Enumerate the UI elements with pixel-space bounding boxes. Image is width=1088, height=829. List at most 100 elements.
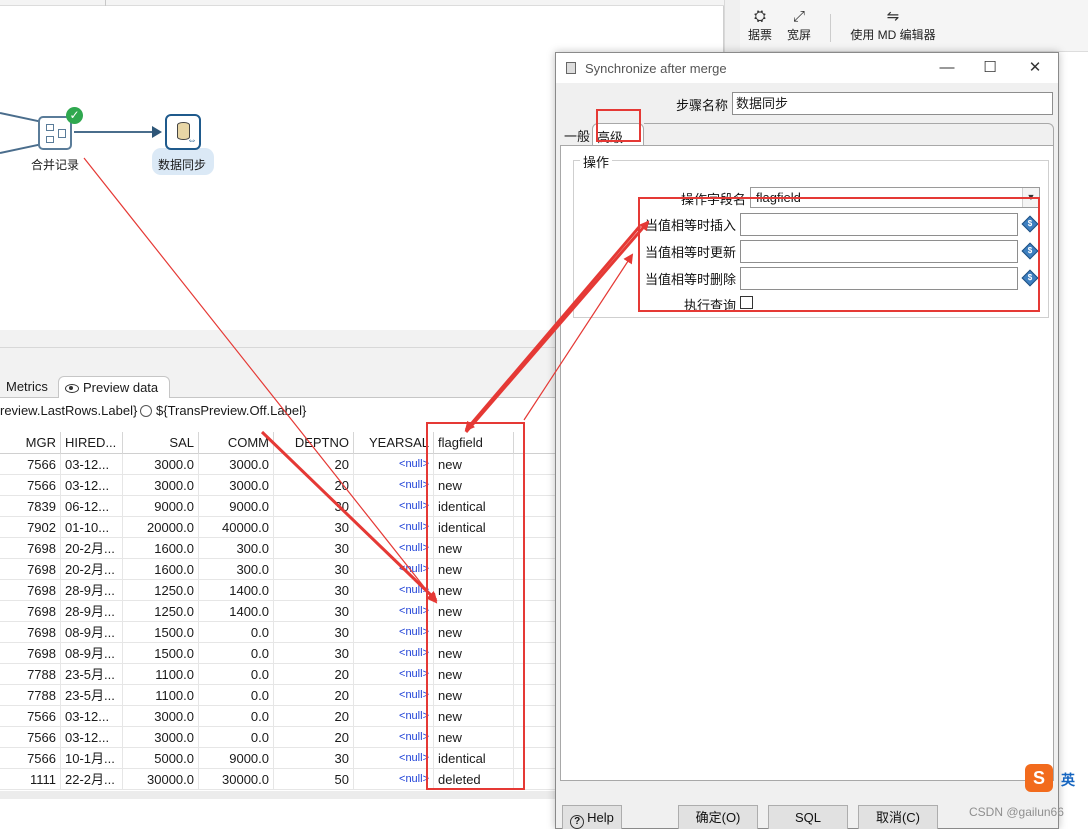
table-cell: 50 xyxy=(274,769,354,790)
tab-preview-label: Preview data xyxy=(83,380,159,395)
hop-line-in-bottom xyxy=(0,143,40,154)
table-cell: <null> xyxy=(354,706,434,727)
close-button[interactable]: ✕ xyxy=(1020,57,1050,79)
column-header[interactable]: SAL xyxy=(123,432,199,454)
table-cell: 03-12... xyxy=(61,454,123,475)
table-cell: 03-12... xyxy=(61,706,123,727)
table-cell: 08-9月... xyxy=(61,643,123,664)
table-cell: 28-9月... xyxy=(61,580,123,601)
minimize-button[interactable]: — xyxy=(932,57,962,79)
table-cell: 300.0 xyxy=(199,538,274,559)
ok-button[interactable]: 确定(O) xyxy=(678,805,758,829)
stamp-icon: ⛭ xyxy=(753,8,766,25)
fullscreen-button[interactable]: ⤢ 宽屏 xyxy=(784,8,814,43)
table-cell: 7788 xyxy=(0,685,61,706)
table-cell: 7566 xyxy=(0,454,61,475)
column-header[interactable]: MGR xyxy=(0,432,61,454)
csdn-watermark: CSDN @gailun66 xyxy=(969,805,1064,819)
table-cell: 9000.0 xyxy=(123,496,199,517)
table-cell: <null> xyxy=(354,664,434,685)
table-cell: 0.0 xyxy=(199,706,274,727)
table-cell: 7839 xyxy=(0,496,61,517)
table-cell: 30 xyxy=(274,517,354,538)
sogou-ime-logo-icon[interactable]: S xyxy=(1025,764,1053,792)
step-name-input[interactable]: 数据同步 xyxy=(732,92,1053,115)
radio-off-button[interactable] xyxy=(140,405,152,417)
table-cell: <null> xyxy=(354,475,434,496)
table-cell: 7698 xyxy=(0,643,61,664)
column-header[interactable]: YEARSAL xyxy=(354,432,434,454)
table-cell: 40000.0 xyxy=(199,517,274,538)
table-cell: 03-12... xyxy=(61,727,123,748)
table-horizontal-scrollbar[interactable] xyxy=(0,791,556,799)
dialog-app-icon xyxy=(566,62,576,74)
toolbar-item-partial[interactable]: ⛭ 据票 xyxy=(746,8,774,43)
table-cell: 30000.0 xyxy=(123,769,199,790)
table-cell: 0.0 xyxy=(199,685,274,706)
table-cell: 1500.0 xyxy=(123,643,199,664)
column-header[interactable]: DEPTNO xyxy=(274,432,354,454)
table-cell: 06-12... xyxy=(61,496,123,517)
tab-strip-border xyxy=(644,123,1054,145)
results-tab-strip: Metrics Preview data xyxy=(0,376,556,398)
editor-toolbar: ⛭ 据票 ⤢ 宽屏 ⇋ 使用 MD 编辑器 xyxy=(740,0,1088,52)
table-cell: 20 xyxy=(274,706,354,727)
table-cell: <null> xyxy=(354,622,434,643)
help-button[interactable]: ? Help xyxy=(562,805,622,829)
table-cell: 0.0 xyxy=(199,622,274,643)
table-cell: 22-2月... xyxy=(61,769,123,790)
table-cell: 30 xyxy=(274,580,354,601)
table-cell: 30000.0 xyxy=(199,769,274,790)
ime-language-indicator[interactable]: 英 xyxy=(1061,770,1075,790)
radio-last-rows[interactable]: review.LastRows.Label} xyxy=(0,403,137,418)
hop-line-in-top xyxy=(0,112,40,123)
radio-off-label[interactable]: ${TransPreview.Off.Label} xyxy=(156,403,306,418)
preview-mode-radios: review.LastRows.Label} ${TransPreview.Of… xyxy=(0,398,556,424)
table-cell: 0.0 xyxy=(199,643,274,664)
eye-icon xyxy=(65,384,79,394)
md-editor-button[interactable]: ⇋ 使用 MD 编辑器 xyxy=(848,8,938,43)
fullscreen-icon: ⤢ xyxy=(792,8,805,25)
table-cell: <null> xyxy=(354,454,434,475)
switch-arrows-icon: ⇋ xyxy=(886,8,900,25)
table-cell: 7566 xyxy=(0,727,61,748)
sql-button[interactable]: SQL xyxy=(768,805,848,829)
table-cell: 7698 xyxy=(0,622,61,643)
table-cell: 20 xyxy=(274,685,354,706)
help-icon: ? xyxy=(570,815,585,829)
tab-metrics-label: Metrics xyxy=(6,379,48,394)
tab-metrics[interactable]: Metrics xyxy=(0,376,60,398)
table-cell: 30 xyxy=(274,643,354,664)
hop-line-merge-to-sync[interactable] xyxy=(74,131,156,133)
table-cell: 30 xyxy=(274,601,354,622)
table-cell: 1400.0 xyxy=(199,601,274,622)
cancel-button[interactable]: 取消(C) xyxy=(858,805,938,829)
table-cell: 3000.0 xyxy=(123,706,199,727)
dialog-title: Synchronize after merge xyxy=(585,61,727,76)
table-cell: 1100.0 xyxy=(123,685,199,706)
tab-preview-data[interactable]: Preview data xyxy=(58,376,170,398)
dialog-title-bar: Synchronize after merge — ☐ ✕ xyxy=(556,53,1058,83)
table-cell: 7566 xyxy=(0,748,61,769)
column-header[interactable]: HIRED... xyxy=(61,432,123,454)
table-cell: 1600.0 xyxy=(123,538,199,559)
tab-general[interactable]: 一般 xyxy=(560,123,594,145)
success-check-icon: ✓ xyxy=(66,107,83,124)
synchronize-step-icon[interactable]: ⇔ xyxy=(165,114,201,150)
table-cell: 3000.0 xyxy=(199,454,274,475)
table-cell: 30 xyxy=(274,496,354,517)
annotation-box-advanced-tab xyxy=(596,109,641,142)
table-cell: 03-12... xyxy=(61,475,123,496)
table-cell: 08-9月... xyxy=(61,622,123,643)
table-cell: <null> xyxy=(354,748,434,769)
table-cell: 20 xyxy=(274,475,354,496)
merge-rows-step-icon[interactable] xyxy=(38,116,72,150)
maximize-button[interactable]: ☐ xyxy=(975,57,1005,79)
table-cell: 3000.0 xyxy=(123,454,199,475)
table-cell: 7902 xyxy=(0,517,61,538)
table-cell: <null> xyxy=(354,685,434,706)
table-cell: 7698 xyxy=(0,580,61,601)
table-cell: 5000.0 xyxy=(123,748,199,769)
table-cell: 7566 xyxy=(0,706,61,727)
column-header[interactable]: COMM xyxy=(199,432,274,454)
